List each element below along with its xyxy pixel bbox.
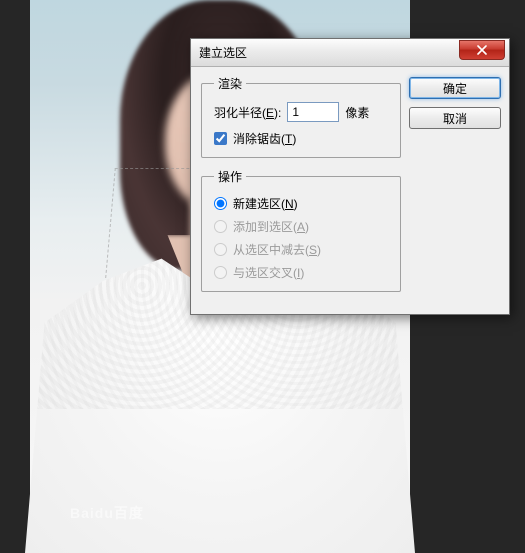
feather-label: 羽化半径(E): (214, 104, 281, 121)
render-group: 渲染 羽化半径(E): 像素 消除锯齿(T) (201, 75, 401, 158)
operation-label-new: 新建选区(N) (233, 195, 298, 212)
operation-option-intersect: 与选区交叉(I) (214, 264, 390, 281)
cancel-button[interactable]: 取消 (409, 107, 501, 129)
operation-label-add: 添加到选区(A) (233, 218, 309, 235)
operation-group: 操作 新建选区(N) 添加到选区(A) 从选区中减去(S (201, 168, 401, 292)
render-legend: 渲染 (214, 75, 246, 92)
antialias-label: 消除锯齿(T) (233, 130, 296, 147)
antialias-checkbox[interactable] (214, 132, 227, 145)
dialog-title: 建立选区 (199, 44, 247, 61)
watermark: Baidu百度 (70, 503, 144, 523)
operation-radio-new[interactable] (214, 197, 227, 210)
feather-unit: 像素 (345, 104, 369, 121)
antialias-row: 消除锯齿(T) (214, 130, 390, 147)
operation-option-subtract: 从选区中减去(S) (214, 241, 390, 258)
feather-row: 羽化半径(E): 像素 (214, 102, 390, 122)
operation-label-intersect: 与选区交叉(I) (233, 264, 304, 281)
close-icon (477, 45, 487, 55)
ok-button[interactable]: 确定 (409, 77, 501, 99)
dialog-left-column: 渲染 羽化半径(E): 像素 消除锯齿(T) 操作 (201, 75, 401, 302)
operation-radio-intersect (214, 266, 227, 279)
close-button[interactable] (459, 40, 505, 60)
operation-radio-add (214, 220, 227, 233)
dialog-body: 渲染 羽化半径(E): 像素 消除锯齿(T) 操作 (191, 67, 509, 314)
operation-legend: 操作 (214, 168, 246, 185)
operation-radio-subtract (214, 243, 227, 256)
operation-option-new[interactable]: 新建选区(N) (214, 195, 390, 212)
operation-option-add: 添加到选区(A) (214, 218, 390, 235)
dialog-button-column: 确定 取消 (409, 75, 501, 302)
feather-radius-input[interactable] (287, 102, 339, 122)
operation-label-subtract: 从选区中减去(S) (233, 241, 321, 258)
make-selection-dialog: 建立选区 渲染 羽化半径(E): 像素 (190, 38, 510, 315)
dialog-titlebar[interactable]: 建立选区 (191, 39, 509, 67)
